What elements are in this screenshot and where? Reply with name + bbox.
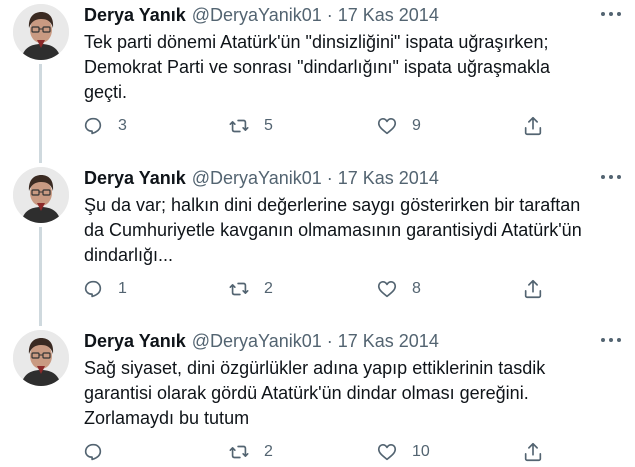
tweet-text-line: Zorlamaydı bu tutum (84, 408, 250, 428)
share-icon (522, 115, 544, 137)
like-button[interactable]: 8 (376, 276, 421, 302)
tweet-text: Şu da var; halkın dini değerlerine saygı… (84, 193, 624, 268)
user-handle[interactable]: @DeryaYanik01 (192, 330, 322, 352)
tweet-text-line: Demokrat Parti ve sonrası "dindarlığını"… (84, 57, 550, 77)
reply-button[interactable]: 1 (82, 276, 127, 302)
retweet-count: 2 (264, 280, 273, 297)
user-handle[interactable]: @DeryaYanik01 (192, 4, 322, 26)
tweet-actions: 2 10 (82, 439, 552, 465)
share-button[interactable] (522, 276, 544, 302)
tweet-text-line: dindarlığı... (84, 245, 174, 265)
display-name[interactable]: Derya Yanık (84, 4, 186, 26)
tweet-text: Sağ siyaset, dini özgürlükler adına yapı… (84, 356, 624, 431)
like-count: 8 (412, 280, 421, 297)
share-icon (522, 441, 544, 463)
retweet-count: 5 (264, 117, 273, 134)
tweet-text-line: Şu da var; halkın dini değerlerine saygı… (84, 195, 581, 215)
tweet[interactable]: Derya Yanık @DeryaYanik01 · 17 Kas 2014 … (0, 0, 635, 163)
share-button[interactable] (522, 113, 544, 139)
user-handle[interactable]: @DeryaYanik01 (192, 167, 322, 189)
thread-line (39, 64, 42, 163)
heart-icon (376, 441, 398, 463)
like-button[interactable]: 9 (376, 113, 421, 139)
more-icon[interactable] (601, 332, 621, 348)
separator: · (326, 5, 333, 25)
share-button[interactable] (522, 439, 544, 465)
tweet-date[interactable]: 17 Kas 2014 (338, 4, 439, 26)
retweet-icon (228, 115, 250, 137)
more-icon[interactable] (601, 6, 621, 22)
tweet[interactable]: Derya Yanık @DeryaYanik01 · 17 Kas 2014 … (0, 326, 635, 467)
avatar[interactable] (13, 167, 69, 223)
display-name[interactable]: Derya Yanık (84, 167, 186, 189)
tweet-header: Derya Yanık @DeryaYanik01 · 17 Kas 2014 (84, 330, 439, 352)
retweet-button[interactable]: 2 (228, 276, 273, 302)
heart-icon (376, 278, 398, 300)
reply-icon (82, 115, 104, 137)
reply-button[interactable]: 3 (82, 113, 127, 139)
tweet[interactable]: Derya Yanık @DeryaYanik01 · 17 Kas 2014 … (0, 163, 635, 326)
separator: · (326, 168, 333, 188)
tweet-text-line: Sağ siyaset, dini özgürlükler adına yapı… (84, 358, 546, 378)
tweet-text-line: da Cumhuriyetle kavganın olmamasının gar… (84, 220, 582, 240)
thread-line (39, 227, 42, 326)
tweet-actions: 1 2 8 (82, 276, 552, 302)
reply-icon (82, 441, 104, 463)
more-icon[interactable] (601, 169, 621, 185)
tweet-actions: 3 5 9 (82, 113, 552, 139)
avatar[interactable] (13, 4, 69, 60)
reply-count: 3 (118, 117, 127, 134)
tweet-thread: Derya Yanık @DeryaYanik01 · 17 Kas 2014 … (0, 0, 635, 467)
tweet-text-line: Tek parti dönemi Atatürk'ün "dinsizliğin… (84, 32, 549, 52)
tweet-header: Derya Yanık @DeryaYanik01 · 17 Kas 2014 (84, 167, 439, 189)
retweet-button[interactable]: 5 (228, 113, 273, 139)
retweet-count: 2 (264, 443, 273, 460)
tweet-date[interactable]: 17 Kas 2014 (338, 167, 439, 189)
tweet-text-line: garantisi olarak gördü Atatürk'ün dindar… (84, 383, 529, 403)
tweet-text: Tek parti dönemi Atatürk'ün "dinsizliğin… (84, 30, 624, 105)
retweet-icon (228, 441, 250, 463)
display-name[interactable]: Derya Yanık (84, 330, 186, 352)
retweet-button[interactable]: 2 (228, 439, 273, 465)
share-icon (522, 278, 544, 300)
separator: · (326, 331, 333, 351)
reply-count: 1 (118, 280, 127, 297)
like-count: 10 (412, 443, 430, 460)
tweet-text-line: geçti. (84, 82, 128, 102)
tweet-date[interactable]: 17 Kas 2014 (338, 330, 439, 352)
reply-button[interactable] (82, 439, 118, 465)
avatar[interactable] (13, 330, 69, 386)
like-count: 9 (412, 117, 421, 134)
retweet-icon (228, 278, 250, 300)
like-button[interactable]: 10 (376, 439, 430, 465)
reply-icon (82, 278, 104, 300)
tweet-header: Derya Yanık @DeryaYanik01 · 17 Kas 2014 (84, 4, 439, 26)
heart-icon (376, 115, 398, 137)
